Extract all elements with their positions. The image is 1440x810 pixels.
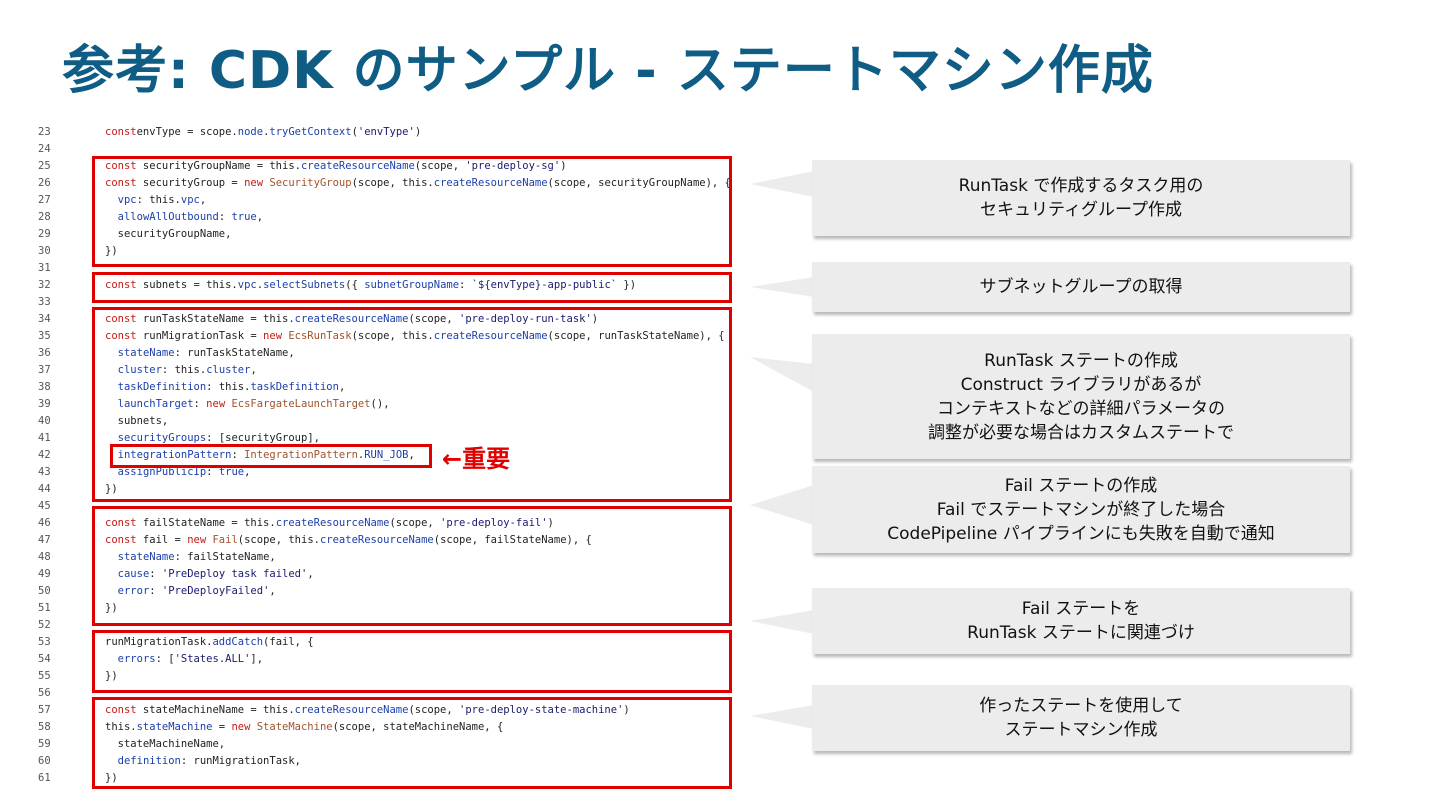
highlight-box-add-catch bbox=[92, 630, 732, 693]
important-note: ←重要 bbox=[442, 445, 511, 473]
line-number: 48 bbox=[38, 551, 51, 563]
line-number: 36 bbox=[38, 347, 51, 359]
line-number: 42 bbox=[38, 449, 51, 461]
line-number: 47 bbox=[38, 534, 51, 546]
line-number: 57 bbox=[38, 704, 51, 716]
callout-add-catch: Fail ステートを RunTask ステートに関連づけ bbox=[812, 588, 1350, 654]
line-number: 53 bbox=[38, 636, 51, 648]
line-number: 51 bbox=[38, 602, 51, 614]
callout-tail-2 bbox=[750, 277, 814, 297]
line-number: 49 bbox=[38, 568, 51, 580]
line-number: 52 bbox=[38, 619, 51, 631]
line-number: 55 bbox=[38, 670, 51, 682]
line-number: 44 bbox=[38, 483, 51, 495]
callout-security-group: RunTask で作成するタスク用の セキュリティグループ作成 bbox=[812, 160, 1350, 236]
line-number: 40 bbox=[38, 415, 51, 427]
highlight-box-run-task bbox=[92, 307, 732, 502]
callout-subnets: サブネットグループの取得 bbox=[812, 262, 1350, 312]
callout-tail-4 bbox=[750, 485, 814, 525]
highlight-box-fail-state bbox=[92, 506, 732, 626]
line-number: 38 bbox=[38, 381, 51, 393]
highlight-box-security-group bbox=[92, 156, 732, 267]
highlight-box-subnets bbox=[92, 272, 732, 303]
callout-run-task: RunTask ステートの作成 Construct ライブラリがあるが コンテキ… bbox=[812, 334, 1350, 459]
callout-tail-3 bbox=[750, 357, 814, 392]
line-number: 27 bbox=[38, 194, 51, 206]
callout-text: RunTask で作成するタスク用の セキュリティグループ作成 bbox=[958, 176, 1204, 220]
line-number: 46 bbox=[38, 517, 51, 529]
line-number: 31 bbox=[38, 262, 51, 274]
line-number: 41 bbox=[38, 432, 51, 444]
line-number: 28 bbox=[38, 211, 51, 223]
line-number: 61 bbox=[38, 772, 51, 784]
callout-text: サブネットグループの取得 bbox=[979, 277, 1183, 297]
slide: 参考: CDK のサンプル - ステートマシン作成 23 constenvType… bbox=[0, 0, 1440, 810]
line-number: 30 bbox=[38, 245, 51, 257]
line-number: 58 bbox=[38, 721, 51, 733]
callout-text: 作ったステートを使用して ステートマシン作成 bbox=[979, 696, 1183, 740]
callout-tail-1 bbox=[750, 171, 814, 197]
line-number: 33 bbox=[38, 296, 51, 308]
line-number: 50 bbox=[38, 585, 51, 597]
callout-tail-6 bbox=[750, 705, 814, 729]
line-number: 29 bbox=[38, 228, 51, 240]
line-number: 56 bbox=[38, 687, 51, 699]
code-text: constenvType = scope.node.tryGetContext(… bbox=[105, 126, 422, 138]
callout-state-machine: 作ったステートを使用して ステートマシン作成 bbox=[812, 685, 1350, 751]
line-number: 39 bbox=[38, 398, 51, 410]
line-number: 37 bbox=[38, 364, 51, 376]
callout-text: Fail ステートの作成 Fail でステートマシンが終了した場合 CodePi… bbox=[887, 475, 1275, 544]
callout-tail-5 bbox=[750, 610, 814, 634]
line-number: 54 bbox=[38, 653, 51, 665]
line-number: 25 bbox=[38, 160, 51, 172]
line-number: 35 bbox=[38, 330, 51, 342]
line-number: 32 bbox=[38, 279, 51, 291]
line-number: 34 bbox=[38, 313, 51, 325]
line-number: 45 bbox=[38, 500, 51, 512]
callout-fail-state: Fail ステートの作成 Fail でステートマシンが終了した場合 CodePi… bbox=[812, 466, 1350, 553]
line-number: 59 bbox=[38, 738, 51, 750]
callout-text: Fail ステートを RunTask ステートに関連づけ bbox=[967, 599, 1195, 643]
line-number: 60 bbox=[38, 755, 51, 767]
highlight-box-integration-pattern bbox=[110, 444, 432, 468]
callout-text: RunTask ステートの作成 Construct ライブラリがあるが コンテキ… bbox=[928, 350, 1234, 443]
line-number: 24 bbox=[38, 143, 51, 155]
line-number: 43 bbox=[38, 466, 51, 478]
highlight-box-state-machine bbox=[92, 697, 732, 789]
slide-title: 参考: CDK のサンプル - ステートマシン作成 bbox=[62, 41, 1154, 101]
line-number: 26 bbox=[38, 177, 51, 189]
code-line: 23 constenvType = scope.node.tryGetContex… bbox=[0, 124, 740, 141]
line-number: 23 bbox=[38, 126, 51, 138]
